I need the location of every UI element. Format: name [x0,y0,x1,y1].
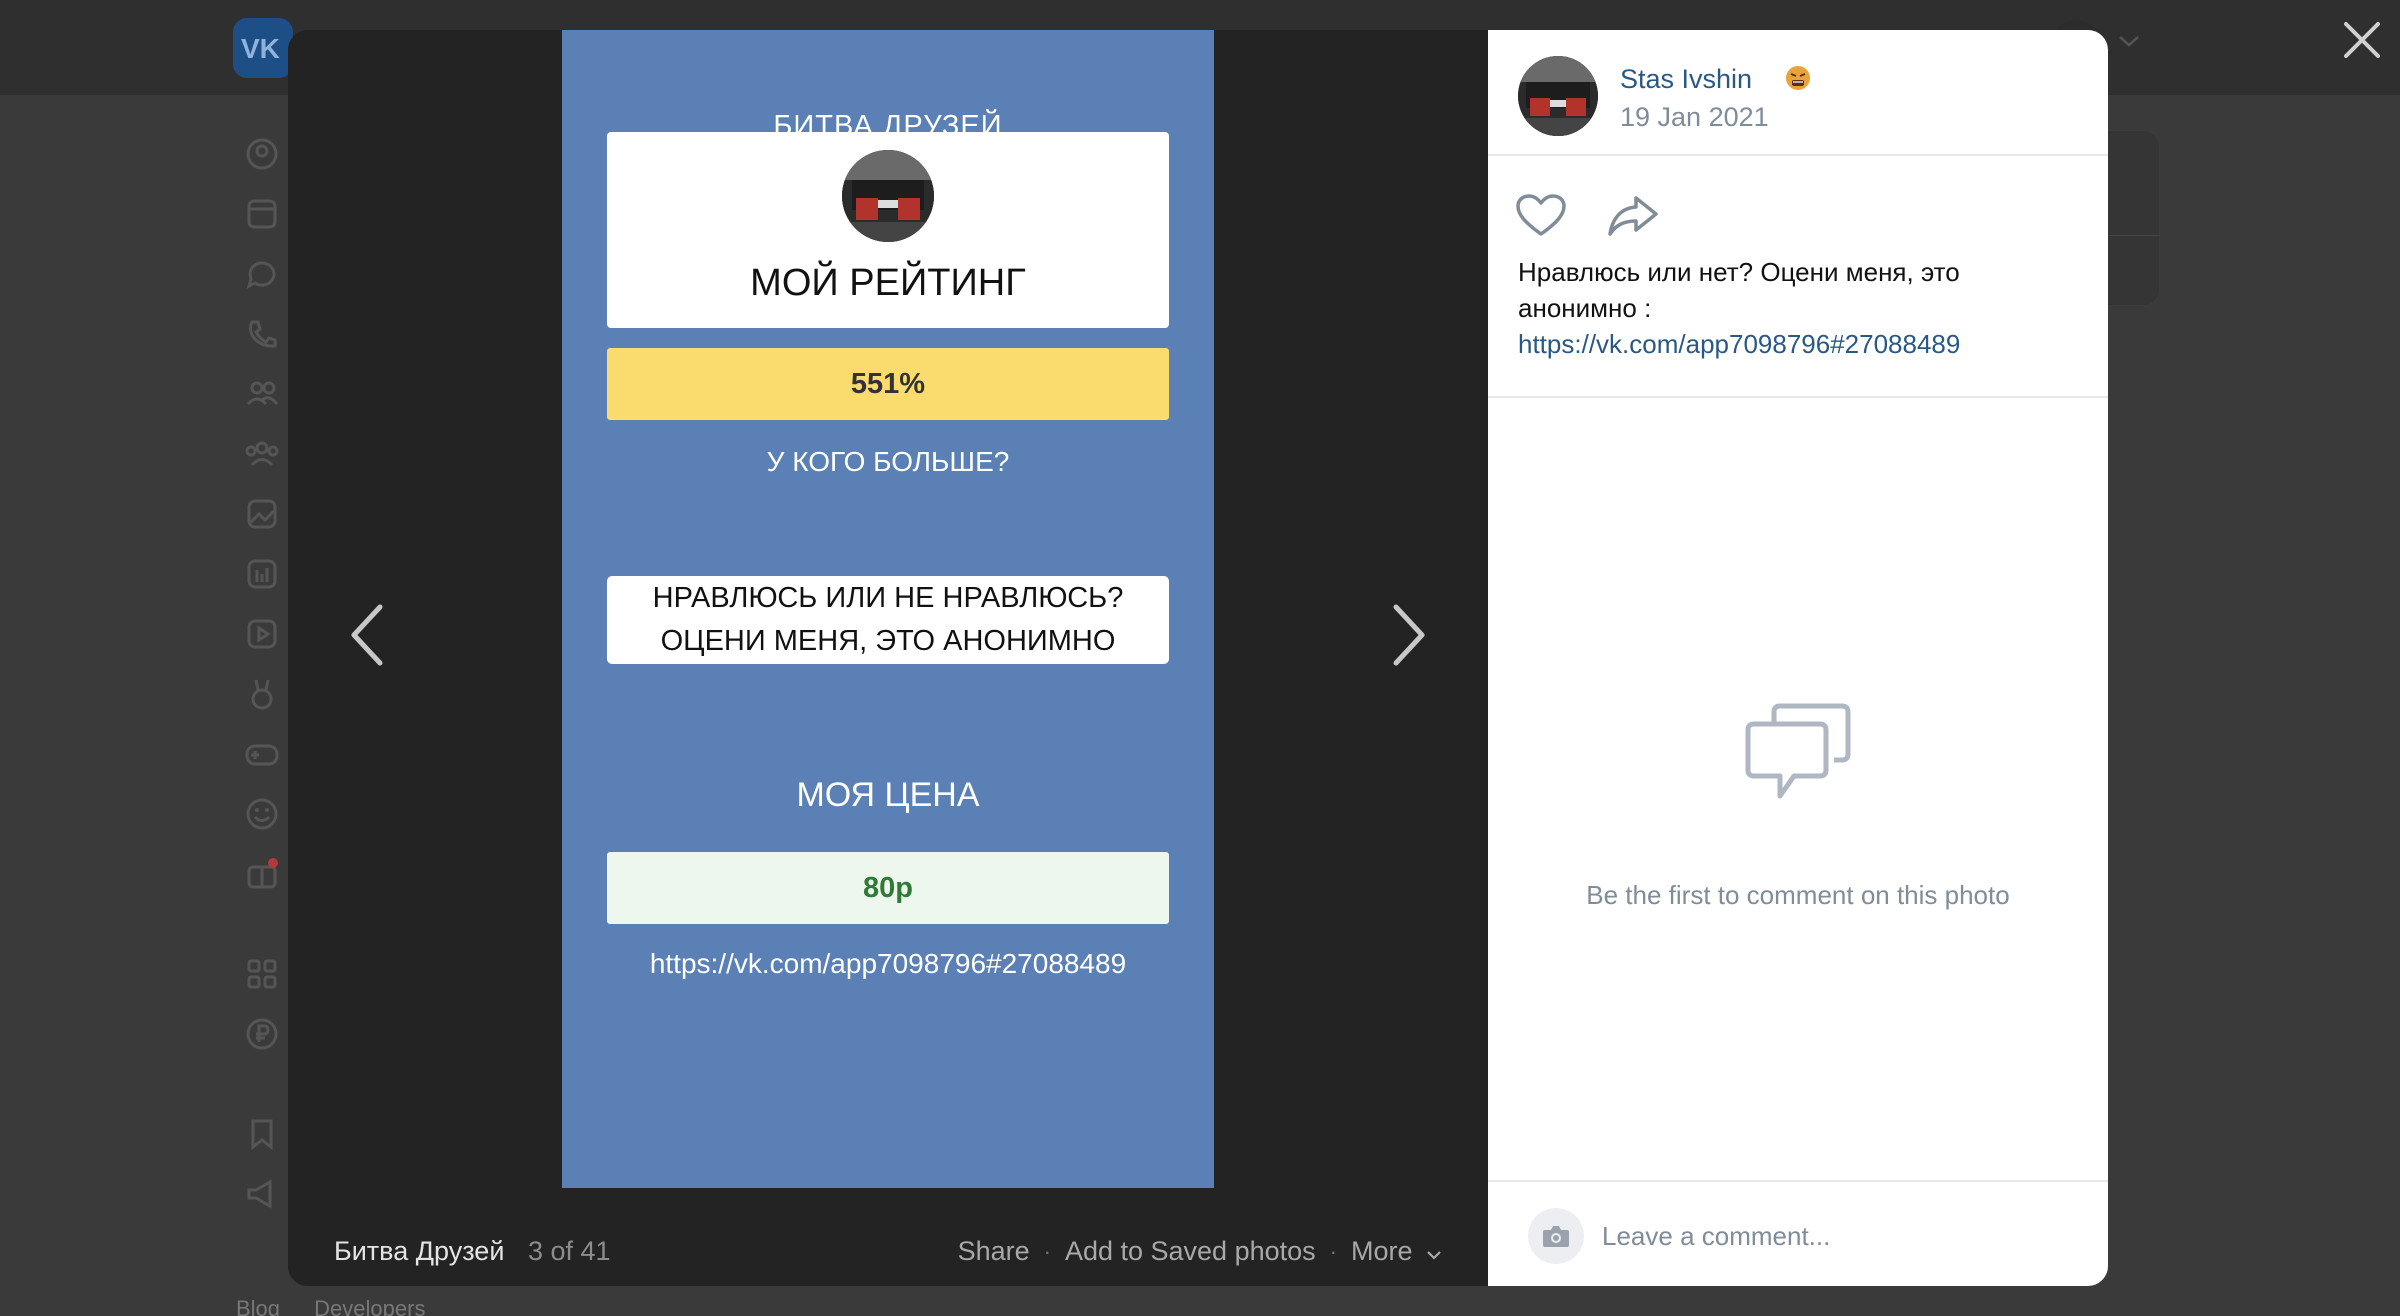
photos-icon [242,494,282,534]
communities-icon [242,434,282,474]
photo-actions: Share · Add to Saved photos · More [958,1236,1442,1267]
comments-empty-icon [1745,703,1851,799]
gifts-icon [242,854,282,894]
photo-price-label: МОЯ ЦЕНА [796,776,980,814]
more-label: More [1350,1236,1413,1266]
photo-message: НРАВЛЮСЬ ИЛИ НЕ НРАВЛЮСЬ? ОЦЕНИ МЕНЯ, ЭТ… [607,576,1169,664]
chevron-left-icon [351,604,383,666]
profile-icon [242,134,282,174]
post-text: Нравлюсь или нет? Оцени меня, это аноним… [1518,254,2078,362]
payments-icon [242,1014,282,1054]
share-arrow-icon[interactable] [1606,192,1660,240]
ads-icon [242,1174,282,1214]
comment-composer [1488,1180,2108,1286]
music-icon [242,554,282,594]
close-icon[interactable] [2340,18,2384,62]
post-side-panel: Stas Ivshin 19 Jan 2021 Нравлюсь или нет… [1488,30,2108,1286]
services-icon [242,954,282,994]
photo-footer: Битва Друзей 3 of 41 Share · Add to Save… [288,1216,1488,1286]
news-icon [242,194,282,234]
photo-message-line-1: НРАВЛЮСЬ ИЛИ НЕ НРАВЛЮСЬ? [652,582,1124,614]
no-comments-text: Be the first to comment on this photo [1586,880,2010,910]
stickers-icon [242,794,282,834]
photo-message-line-2: ОЦЕНИ МЕНЯ, ЭТО АНОНИМНО [660,625,1116,657]
chevron-down-icon [1427,1251,1441,1260]
post-date: 19 Jan 2021 [1620,102,1769,132]
author-name-link[interactable]: Stas Ivshin [1620,64,1752,95]
photo-rating-value: 551% [607,348,1169,420]
photo-rating-label: МОЙ РЕЙТИНГ [750,262,1026,304]
games-icon [242,734,282,774]
share-button[interactable]: Share [958,1236,1030,1267]
photo-rating-card: МОЙ РЕЙТИНГ [607,132,1169,328]
add-to-saved-button[interactable]: Add to Saved photos [1065,1236,1316,1267]
photo-viewer: БИТВА ДРУЗЕЙ МОЙ РЕЙТИНГ 551% У КОГО БОЛ… [288,30,2108,1286]
post-link[interactable]: https://vk.com/app7098796#27088489 [1518,329,1960,359]
camera-icon [1543,1226,1569,1247]
photo-avatar [842,150,934,242]
post-text-body: Нравлюсь или нет? Оцени меня, это аноним… [1518,257,1960,323]
heart-icon[interactable] [1514,192,1568,240]
vk-logo-icon: VK [233,18,293,78]
calls-icon [242,314,282,354]
photo-question: У КОГО БОЛЬШЕ? [766,446,1010,477]
chevron-right-icon [1393,604,1425,666]
divider [1488,396,2108,398]
footer-link-developers: Developers [314,1296,426,1316]
album-name-link[interactable]: Битва Друзей [334,1236,504,1267]
photo-counter: 3 of 41 [528,1236,611,1266]
post-header: Stas Ivshin 19 Jan 2021 [1488,30,2108,156]
photo-link-text: https://vk.com/app7098796#27088489 [649,948,1127,979]
photo-area: БИТВА ДРУЗЕЙ МОЙ РЕЙТИНГ 551% У КОГО БОЛ… [288,30,1488,1286]
chevron-down-icon [2119,36,2139,47]
footer-link-blog: Blog [236,1296,281,1316]
previous-photo-button[interactable] [338,570,398,700]
angry-face-emoji-icon [1786,66,1810,90]
clips-icon [242,674,282,714]
separator-dot: · [1329,1238,1337,1264]
next-photo-button[interactable] [1378,570,1438,700]
comment-input[interactable] [1602,1212,2072,1260]
separator-dot: · [1043,1238,1051,1264]
friends-icon [242,374,282,414]
svg-text:VK: VK [241,33,280,64]
messages-icon [242,254,282,294]
video-icon [242,614,282,654]
photo-image[interactable]: БИТВА ДРУЗЕЙ МОЙ РЕЙТИНГ 551% У КОГО БОЛ… [562,30,1214,1188]
more-button[interactable]: More [1351,1236,1442,1267]
photo-price-value: 80р [607,852,1169,924]
author-avatar[interactable] [1518,56,1598,136]
bookmarks-icon [242,1114,282,1154]
background-footer: Blog Developers [236,1296,453,1316]
attach-photo-button[interactable] [1528,1208,1584,1264]
